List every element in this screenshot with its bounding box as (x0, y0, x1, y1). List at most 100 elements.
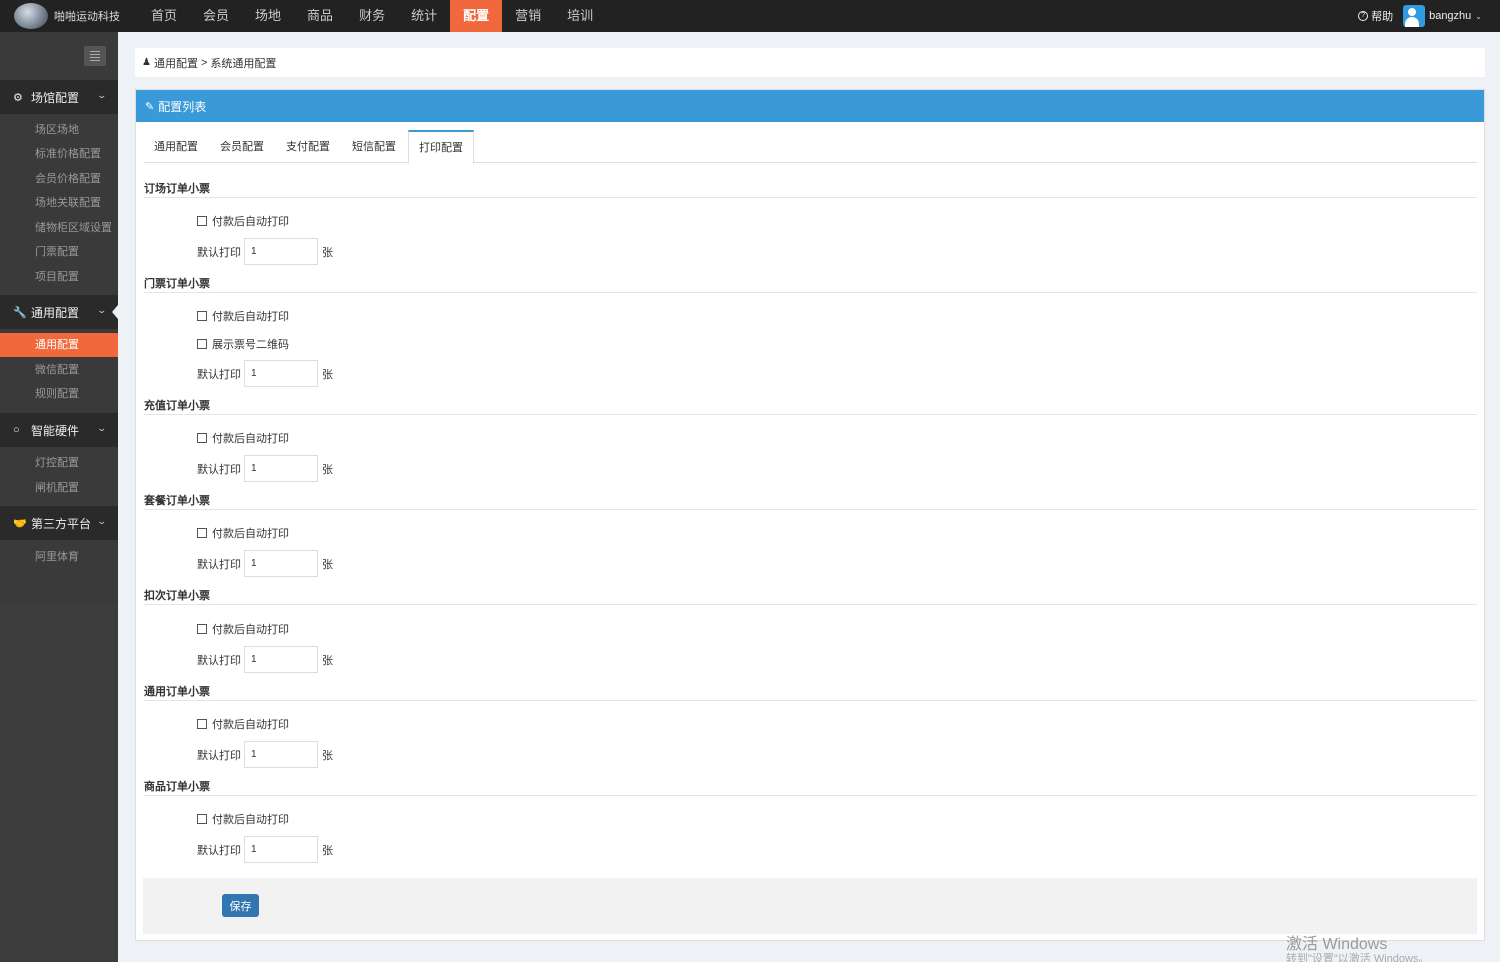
brand-name: 啪啪运动科技 (54, 11, 120, 23)
booking-copies-input[interactable]: 1 (244, 238, 318, 265)
checkbox-label: 付款后自动打印 (212, 624, 289, 636)
sidebar-toggle-menu-icon[interactable] (84, 46, 106, 66)
ticket-copies-input[interactable]: 1 (244, 360, 318, 387)
default-print-label: 默认打印 (197, 246, 241, 259)
user-menu[interactable]: bangzhu ⌄ (1403, 5, 1482, 27)
sidebar-item-zones[interactable]: 场区场地 (0, 118, 118, 142)
nav-settings[interactable]: 配置 (450, 0, 503, 32)
sidebar-item-locker-zone[interactable]: 储物柜区域设置 (0, 216, 118, 240)
section-title-recharge-receipt: 充值订单小票 (144, 395, 1477, 415)
breadcrumb-part2: 系统通用配置 (210, 57, 277, 70)
nav-products[interactable]: 商品 (294, 0, 346, 32)
sidebar-item-gate-config[interactable]: 闸机配置 (0, 476, 118, 500)
section-title-booking-receipt: 订场订单小票 (144, 178, 1477, 198)
user-avatar-icon (1403, 5, 1426, 27)
breadcrumb-part1[interactable]: 通用配置 (154, 55, 198, 71)
sidebar-section-label: 智能硬件 (31, 423, 80, 438)
nav-training[interactable]: 培训 (554, 0, 606, 32)
tab-general[interactable]: 通用配置 (144, 130, 208, 162)
package-auto-print-checkbox[interactable]: 付款后自动打印 (197, 525, 289, 541)
nav-finance[interactable]: 财务 (346, 0, 398, 32)
tab-payment[interactable]: 支付配置 (276, 130, 340, 162)
help-label: 帮助 (1371, 11, 1394, 23)
tab-print[interactable]: 打印配置 (408, 130, 474, 164)
recharge-default-print-row: 默认打印 1 张 (197, 455, 333, 482)
nav-home[interactable]: 首页 (138, 0, 190, 32)
unit-label: 张 (322, 654, 333, 667)
question-circle-icon: ? (1358, 11, 1369, 21)
chevron-down-icon: ⌄ (96, 305, 108, 315)
sidebar: ⚙ 场馆配置 ⌄ 场区场地 标准价格配置 会员价格配置 场地关联配置 储物柜区域… (0, 32, 118, 962)
section-title-product-receipt: 商品订单小票 (144, 776, 1477, 796)
default-print-label: 默认打印 (197, 368, 241, 381)
section-title-package-receipt: 套餐订单小票 (144, 490, 1477, 510)
recharge-copies-input[interactable]: 1 (244, 455, 318, 482)
product-auto-print-checkbox[interactable]: 付款后自动打印 (197, 811, 289, 827)
sidebar-section-general-config[interactable]: 🔧 通用配置 ⌄ (0, 295, 118, 329)
general-copies-input[interactable]: 1 (244, 741, 318, 768)
checkbox-icon (197, 528, 207, 538)
ticket-show-qr-checkbox[interactable]: 展示票号二维码 (197, 336, 289, 352)
general-auto-print-checkbox[interactable]: 付款后自动打印 (197, 716, 289, 732)
checkbox-icon (197, 624, 207, 634)
panel-header: ✎ 配置列表 (136, 90, 1484, 122)
sidebar-item-project-config[interactable]: 项目配置 (0, 265, 118, 289)
sidebar-item-ali-sports[interactable]: 阿里体育 (0, 545, 118, 569)
checkbox-label: 展示票号二维码 (212, 339, 289, 351)
wrench-icon: 🔧 (13, 306, 27, 319)
sidebar-item-venue-link[interactable]: 场地关联配置 (0, 191, 118, 215)
nav-venues[interactable]: 场地 (242, 0, 294, 32)
sidebar-item-general-config[interactable]: 通用配置 (0, 333, 118, 357)
deduction-copies-input[interactable]: 1 (244, 646, 318, 673)
checkbox-icon (197, 814, 207, 824)
circle-icon: ○ (13, 424, 20, 436)
sidebar-item-light-control[interactable]: 灯控配置 (0, 451, 118, 475)
nav-members[interactable]: 会员 (190, 0, 242, 32)
sidebar-item-standard-price[interactable]: 标准价格配置 (0, 142, 118, 166)
sidebar-section-smart-hardware[interactable]: ○ 智能硬件 ⌄ (0, 413, 118, 447)
product-copies-input[interactable]: 1 (244, 836, 318, 863)
checkbox-icon (197, 433, 207, 443)
main-nav: 首页 会员 场地 商品 财务 统计 配置 营销 培训 (138, 0, 606, 32)
nav-marketing[interactable]: 营销 (502, 0, 554, 32)
section-title-deduction-receipt: 扣次订单小票 (144, 585, 1477, 605)
save-button[interactable]: 保存 (222, 894, 259, 917)
breadcrumb: ♟ 通用配置 > 系统通用配置 (135, 48, 1485, 77)
tab-member[interactable]: 会员配置 (210, 130, 274, 162)
panel-title: 配置列表 (158, 99, 207, 114)
checkbox-label: 付款后自动打印 (212, 311, 289, 323)
checkbox-label: 付款后自动打印 (212, 216, 289, 228)
booking-auto-print-checkbox[interactable]: 付款后自动打印 (197, 213, 289, 229)
checkbox-label: 付款后自动打印 (212, 719, 289, 731)
nav-statistics[interactable]: 统计 (398, 0, 450, 32)
ticket-auto-print-checkbox[interactable]: 付款后自动打印 (197, 308, 289, 324)
default-print-label: 默认打印 (197, 749, 241, 762)
package-default-print-row: 默认打印 1 张 (197, 550, 333, 577)
booking-default-print-row: 默认打印 1 张 (197, 238, 333, 265)
sidebar-item-rule-config[interactable]: 规则配置 (0, 382, 118, 406)
unit-label: 张 (322, 463, 333, 476)
form-actions: 保存 (143, 878, 1477, 934)
chevron-down-icon: ⌄ (96, 90, 108, 100)
default-print-label: 默认打印 (197, 463, 241, 476)
sidebar-section-third-party[interactable]: 🤝 第三方平台 ⌄ (0, 506, 118, 540)
checkbox-icon (197, 311, 207, 321)
product-default-print-row: 默认打印 1 张 (197, 836, 333, 863)
recharge-auto-print-checkbox[interactable]: 付款后自动打印 (197, 430, 289, 446)
help-link[interactable]: ? 帮助 (1358, 8, 1393, 24)
sidebar-section-venue-config[interactable]: ⚙ 场馆配置 ⌄ (0, 80, 118, 114)
package-copies-input[interactable]: 1 (244, 550, 318, 577)
brand-logo (14, 3, 48, 29)
handshake-icon: 🤝 (13, 517, 27, 530)
tab-sms[interactable]: 短信配置 (342, 130, 406, 162)
checkbox-label: 付款后自动打印 (212, 433, 289, 445)
general-default-print-row: 默认打印 1 张 (197, 741, 333, 768)
brand[interactable]: 啪啪运动科技 (14, 0, 120, 32)
sidebar-item-wechat-config[interactable]: 微信配置 (0, 358, 118, 382)
section-title-ticket-receipt: 门票订单小票 (144, 273, 1477, 293)
config-tabs: 通用配置 会员配置 支付配置 短信配置 打印配置 (144, 130, 1477, 164)
checkbox-icon (197, 719, 207, 729)
sidebar-item-ticket-config[interactable]: 门票配置 (0, 240, 118, 264)
sidebar-item-member-price[interactable]: 会员价格配置 (0, 167, 118, 191)
deduction-auto-print-checkbox[interactable]: 付款后自动打印 (197, 621, 289, 637)
